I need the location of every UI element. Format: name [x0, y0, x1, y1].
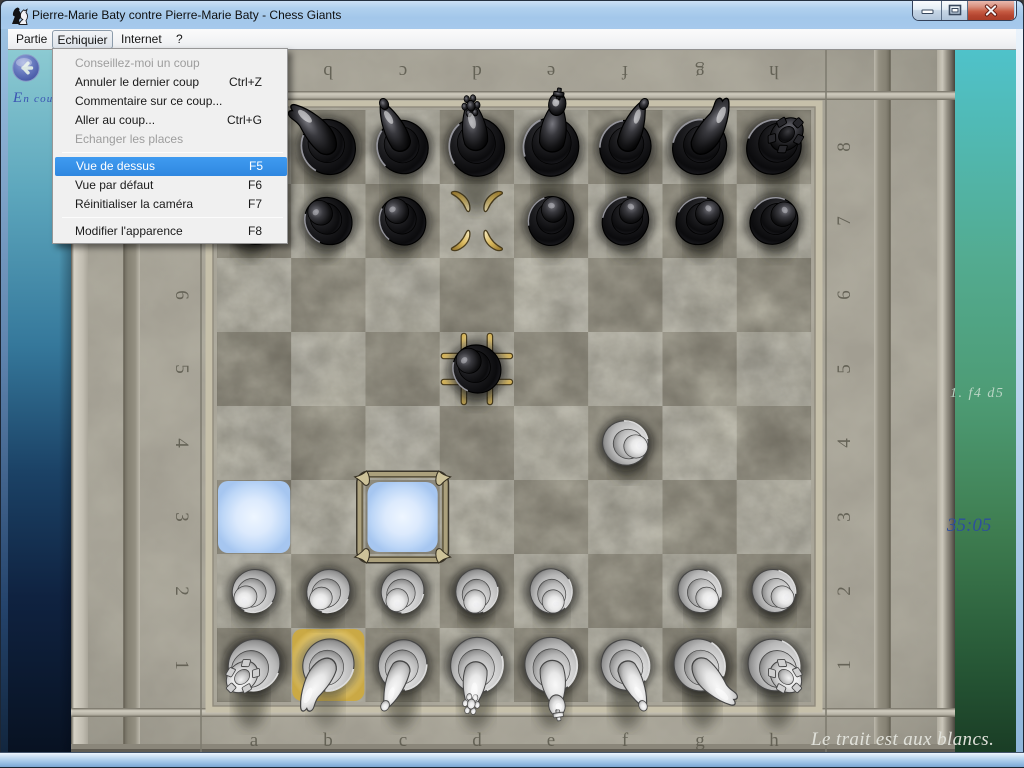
svg-text:d: d [472, 61, 482, 82]
svg-text:Le trait est aux blancs.: Le trait est aux blancs. [810, 729, 994, 750]
svg-text:3: 3 [834, 512, 855, 522]
svg-text:3: 3 [171, 512, 192, 522]
svg-text:6: 6 [171, 290, 192, 300]
svg-text:1: 1 [834, 660, 855, 670]
svg-text:g: g [695, 730, 705, 751]
svg-text:a: a [250, 730, 259, 751]
svg-text:c: c [399, 61, 407, 82]
svg-text:h: h [769, 61, 779, 82]
svg-text:1: 1 [171, 660, 192, 670]
svg-text:5: 5 [171, 364, 192, 374]
svg-text:d: d [472, 730, 482, 751]
svg-text:e: e [547, 61, 555, 82]
svg-text:1. f4 d5: 1. f4 d5 [950, 386, 1004, 401]
svg-text:h: h [769, 730, 779, 751]
svg-text:4: 4 [834, 438, 855, 448]
svg-text:2: 2 [171, 586, 192, 596]
svg-text:5: 5 [834, 364, 855, 374]
svg-text:b: b [323, 730, 333, 751]
svg-text:6: 6 [834, 290, 855, 300]
svg-text:2: 2 [834, 586, 855, 596]
svg-text:4: 4 [171, 438, 192, 448]
svg-text:f: f [622, 730, 629, 751]
svg-text:c: c [399, 730, 407, 751]
svg-text:g: g [695, 61, 705, 82]
svg-text:8: 8 [834, 142, 855, 152]
svg-text:35:05: 35:05 [946, 515, 991, 536]
svg-text:7: 7 [834, 216, 855, 226]
svg-text:b: b [323, 61, 333, 82]
svg-text:f: f [621, 61, 628, 82]
svg-text:e: e [547, 730, 555, 751]
